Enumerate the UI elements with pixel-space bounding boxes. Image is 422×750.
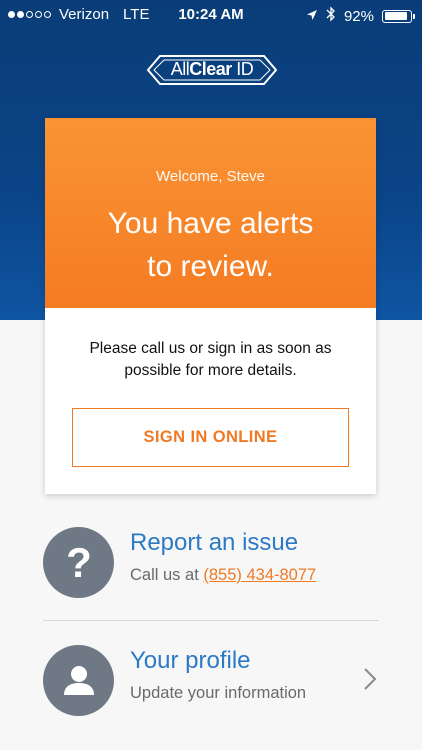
status-right: 92%: [306, 6, 415, 26]
report-issue-subtitle: Call us at (855) 434-8077: [130, 566, 317, 584]
your-profile-row[interactable]: Your profile Update your information: [43, 645, 379, 725]
logo-text: AllClear ID: [170, 59, 254, 79]
phone-number-link[interactable]: (855) 434-8077: [203, 566, 316, 584]
report-issue-title: Report an issue: [130, 529, 299, 556]
battery-fill: [384, 12, 408, 20]
status-bar: Verizon LTE 10:24 AM 92%: [0, 0, 422, 30]
allclear-id-logo: AllClear ID: [146, 54, 278, 86]
alert-instructions: Please call us or sign in as soon as pos…: [89, 340, 332, 379]
welcome-message: Welcome, Steve: [156, 168, 265, 185]
user-profile-icon: [43, 645, 114, 716]
sign-in-online-button[interactable]: SIGN IN ONLINE: [72, 408, 349, 467]
battery-icon: [382, 9, 415, 23]
help-question-icon: ?: [43, 527, 114, 598]
your-profile-title: Your profile: [130, 647, 251, 674]
app-screen: Verizon LTE 10:24 AM 92% AllClear ID Wel…: [0, 0, 422, 750]
bluetooth-icon: [326, 6, 336, 26]
location-arrow-icon: [306, 8, 318, 25]
row-divider: [43, 620, 379, 621]
your-profile-subtitle: Update your information: [130, 684, 307, 702]
report-issue-row[interactable]: ? Report an issue Call us at (855) 434-8…: [43, 527, 379, 607]
chevron-right-icon: [363, 667, 377, 691]
alert-headline: You have alerts to review.: [107, 207, 314, 283]
alert-card: Welcome, Steve You have alerts to review…: [45, 118, 376, 494]
svg-text:?: ?: [66, 541, 92, 585]
battery-percent: 92%: [343, 7, 374, 25]
alert-banner: Welcome, Steve You have alerts to review…: [45, 118, 376, 308]
